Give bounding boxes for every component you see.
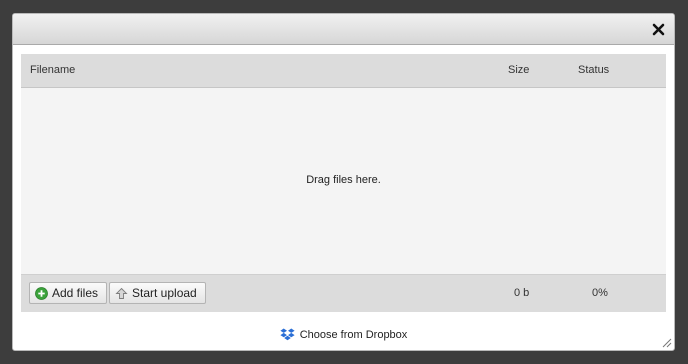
add-icon (35, 286, 48, 300)
upload-dialog: Filename Size Status Drag files here. Ad… (12, 13, 675, 351)
start-upload-button[interactable]: Start upload (109, 282, 206, 304)
add-files-label: Add files (52, 286, 99, 300)
dialog-titlebar[interactable] (13, 14, 674, 45)
file-list-footer: Add files Start upload 0 b 0% (21, 274, 666, 312)
resize-grip-icon[interactable] (662, 338, 672, 348)
choose-from-dropbox-link[interactable]: Choose from Dropbox (13, 328, 674, 341)
dropbox-label: Choose from Dropbox (299, 329, 408, 341)
add-files-button[interactable]: Add files (29, 282, 108, 304)
column-header-size: Size (508, 64, 530, 76)
file-uploader: Filename Size Status Drag files here. Ad… (21, 54, 666, 312)
total-progress: 0% (592, 287, 608, 299)
total-size: 0 b (514, 287, 530, 299)
dropbox-icon (280, 328, 295, 341)
drop-message: Drag files here. (306, 174, 381, 186)
start-upload-label: Start upload (132, 286, 197, 300)
column-header-filename: Filename (30, 64, 76, 76)
file-list-header: Filename Size Status (21, 54, 666, 88)
column-header-status: Status (578, 64, 610, 76)
close-icon[interactable] (652, 23, 665, 36)
drop-zone[interactable]: Drag files here. (21, 88, 666, 274)
upload-arrow-icon (115, 287, 128, 299)
